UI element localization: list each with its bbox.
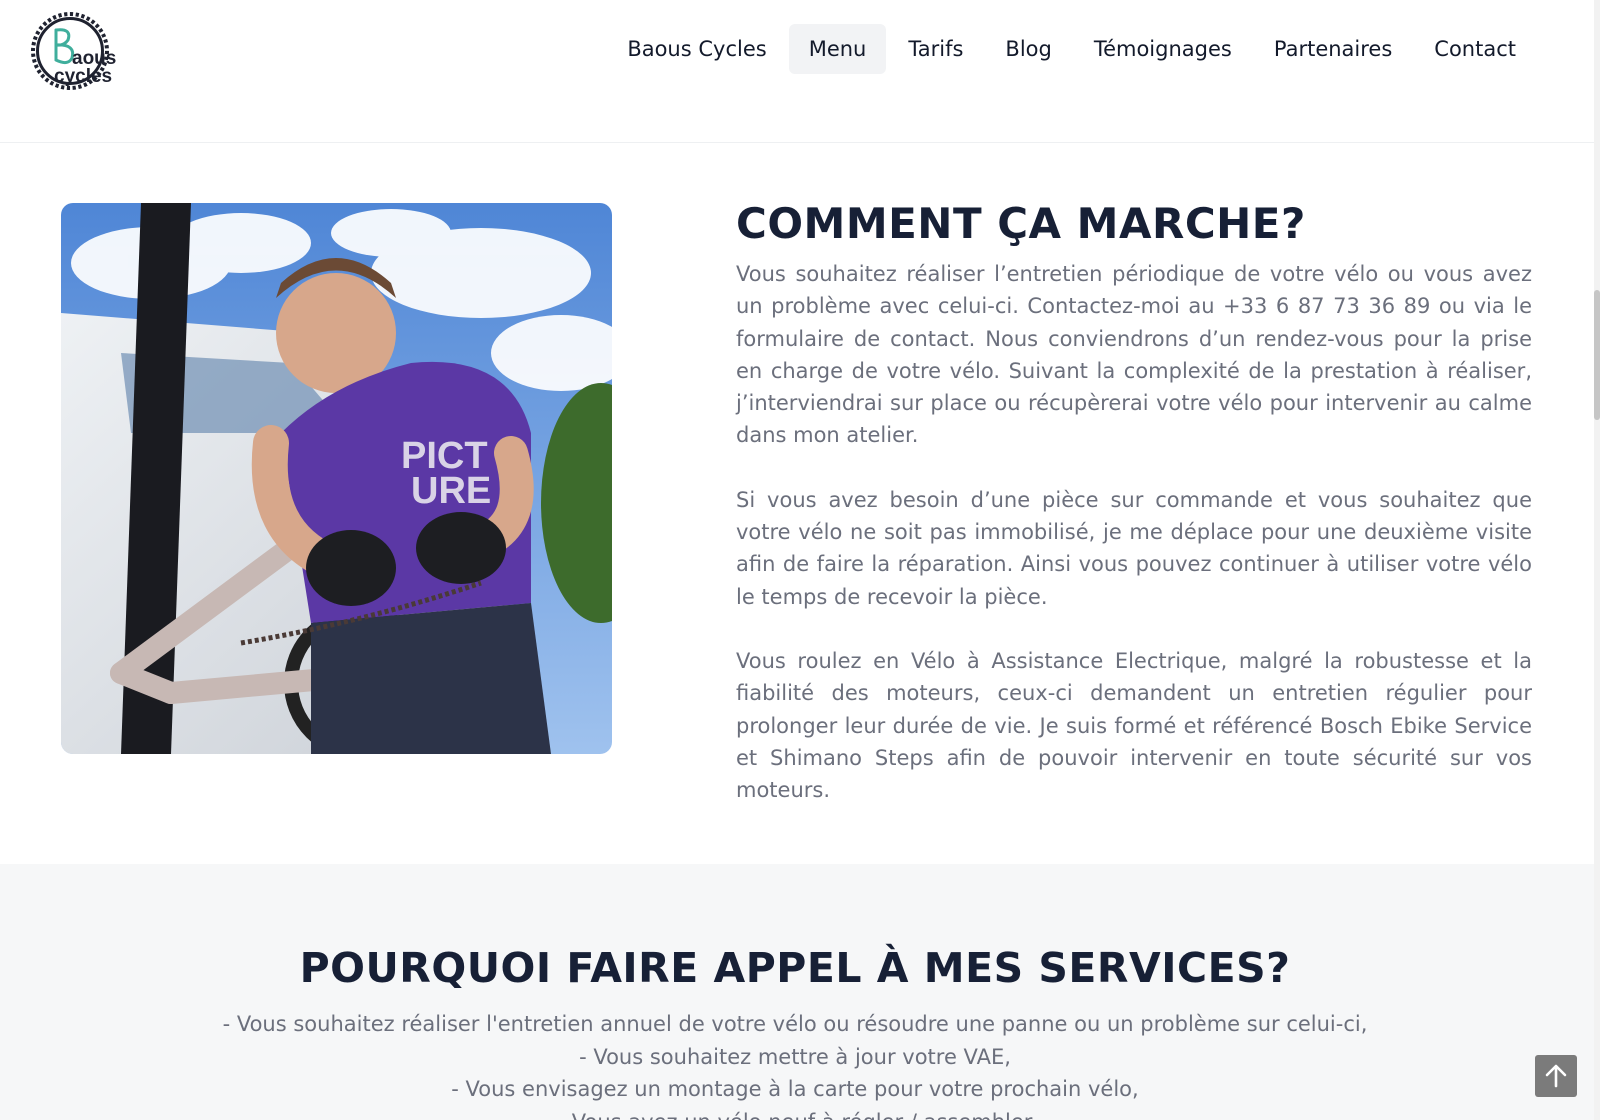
how-it-works-section: PICT URE COMMENT ÇA MARCHE? Vous souhait… xyxy=(0,143,1600,863)
why-section: POURQUOI FAIRE APPEL À MES SERVICES? - V… xyxy=(0,864,1600,1120)
mechanic-photo: PICT URE xyxy=(61,203,612,754)
nav-item-partenaires[interactable]: Partenaires xyxy=(1254,24,1412,74)
main-nav: Baous Cycles Menu Tarifs Blog Témoignage… xyxy=(607,24,1536,74)
why-item: - Vous envisagez un montage à la carte p… xyxy=(451,1077,1139,1101)
svg-text:cycles: cycles xyxy=(54,66,112,87)
arrow-up-icon xyxy=(1545,1064,1567,1088)
nav-item-baous-cycles[interactable]: Baous Cycles xyxy=(607,24,786,74)
site-logo[interactable]: aous cycles xyxy=(28,8,132,94)
svg-text:URE: URE xyxy=(411,470,491,512)
why-item: - Vous avez un vélo neuf à régler / asse… xyxy=(0,1106,1590,1120)
logo-icon: aous cycles xyxy=(31,12,116,90)
page: aous cycles Baous Cycles Menu Tarifs Blo… xyxy=(0,0,1600,1120)
site-header: aous cycles Baous Cycles Menu Tarifs Blo… xyxy=(0,0,1600,143)
why-item: - Vous souhaitez réaliser l'entretien an… xyxy=(222,1012,1368,1036)
nav-item-menu[interactable]: Menu xyxy=(788,24,887,74)
back-to-top-button[interactable] xyxy=(1535,1055,1577,1097)
why-title: POURQUOI FAIRE APPEL À MES SERVICES? xyxy=(299,944,1291,992)
scrollbar-thumb[interactable] xyxy=(1594,290,1600,420)
how-it-works-title: COMMENT ÇA MARCHE? xyxy=(736,199,1306,248)
page-scrollbar[interactable] xyxy=(1594,0,1600,1120)
how-paragraph-3: Vous roulez en Vélo à Assistance Electri… xyxy=(736,648,1532,803)
nav-item-tarifs[interactable]: Tarifs xyxy=(888,24,983,74)
nav-item-contact[interactable]: Contact xyxy=(1414,24,1536,74)
how-paragraph-2: Si vous avez besoin d’une pièce sur comm… xyxy=(736,487,1532,609)
nav-item-temoignages[interactable]: Témoignages xyxy=(1074,24,1252,74)
nav-item-blog[interactable]: Blog xyxy=(985,24,1071,74)
how-it-works-content: COMMENT ÇA MARCHE? Vous souhaitez réalis… xyxy=(736,199,1532,838)
how-paragraph-1: Vous souhaitez réaliser l’entretien péri… xyxy=(736,262,1532,448)
why-list: - Vous souhaitez réaliser l'entretien an… xyxy=(0,1008,1590,1120)
why-item: - Vous souhaitez mettre à jour votre VAE… xyxy=(579,1044,1011,1069)
